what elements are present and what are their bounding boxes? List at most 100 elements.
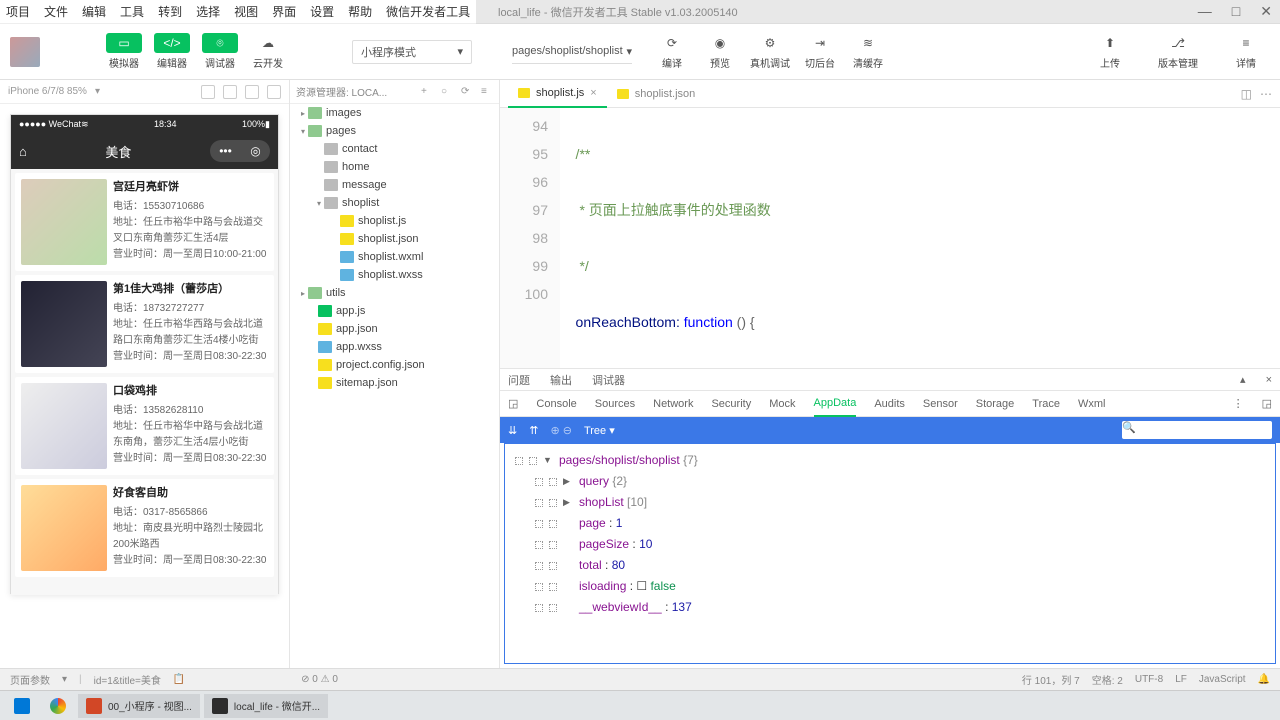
- page-params-label[interactable]: 页面参数: [10, 672, 50, 687]
- devtab-security[interactable]: Security: [711, 391, 751, 417]
- start-button[interactable]: [6, 694, 38, 718]
- file-app-json[interactable]: app.json: [290, 320, 499, 338]
- devtab-appdata[interactable]: AppData: [814, 391, 857, 417]
- taskbar-ppt[interactable]: 00_小程序 - 视图...: [78, 694, 200, 718]
- folder-shoplist[interactable]: ▾shoplist: [290, 194, 499, 212]
- new-file-icon[interactable]: +: [421, 86, 433, 98]
- file-project-config[interactable]: project.config.json: [290, 356, 499, 374]
- devtab-mock[interactable]: Mock: [769, 391, 795, 417]
- list-item[interactable]: 宫廷月亮虾饼 电话：15530710686 地址：任丘市裕华中路与会战道交叉口东…: [15, 173, 274, 271]
- menu-bar[interactable]: 项目 文件 编辑 工具 转到 选择 视图 界面 设置 帮助 微信开发者工具: [0, 0, 476, 24]
- expand-icon[interactable]: ◲: [1262, 397, 1272, 410]
- record-icon[interactable]: [223, 85, 237, 99]
- cursor-pos[interactable]: 行 101，列 7: [1022, 672, 1080, 687]
- version-button[interactable]: ⎇版本管理: [1158, 33, 1198, 70]
- file-app-js[interactable]: app.js: [290, 302, 499, 320]
- tab-output[interactable]: 输出: [550, 372, 572, 388]
- file-app-wxss[interactable]: app.wxss: [290, 338, 499, 356]
- notification-icon[interactable]: 🔔: [1258, 674, 1270, 685]
- taskbar-devtool[interactable]: local_life - 微信开...: [204, 694, 328, 718]
- phone-body[interactable]: 宫廷月亮虾饼 电话：15530710686 地址：任丘市裕华中路与会战道交叉口东…: [11, 169, 278, 595]
- code-body[interactable]: /** * 页面上拉触底事件的处理函数 */ onReachBottom: fu…: [560, 108, 1280, 368]
- file-sitemap[interactable]: sitemap.json: [290, 374, 499, 392]
- page-path-select[interactable]: pages/shoplist/shoplist▾: [512, 40, 632, 64]
- menu-select[interactable]: 选择: [196, 3, 220, 20]
- devtab-storage[interactable]: Storage: [976, 391, 1015, 417]
- menu-dots-icon[interactable]: •••: [219, 144, 232, 158]
- eol[interactable]: LF: [1175, 674, 1187, 685]
- appdata-tree[interactable]: ▼pages/shoplist/shoplist {7} ▶query {2} …: [504, 443, 1276, 664]
- upload-button[interactable]: ⬆上传: [1092, 33, 1128, 70]
- remote-debug-button[interactable]: ⚙真机调试: [750, 33, 790, 70]
- rotate-icon[interactable]: [201, 85, 215, 99]
- search-input[interactable]: 🔍: [1122, 421, 1272, 439]
- menu-tool[interactable]: 工具: [120, 3, 144, 20]
- menu-help[interactable]: 帮助: [348, 3, 372, 20]
- editor-button[interactable]: </>编辑器: [154, 33, 190, 70]
- folder-message[interactable]: message: [290, 176, 499, 194]
- close-icon[interactable]: ×: [590, 87, 596, 99]
- folder-home[interactable]: home: [290, 158, 499, 176]
- debugger-button[interactable]: ⌾调试器: [202, 33, 238, 70]
- tab-shoplist-js[interactable]: shoplist.js×: [508, 80, 607, 108]
- menu-edit[interactable]: 编辑: [82, 3, 106, 20]
- folder-utils[interactable]: ▸utils: [290, 284, 499, 302]
- tab-problems[interactable]: 问题: [508, 372, 530, 388]
- device-select[interactable]: iPhone 6/7/8 85%: [8, 86, 87, 97]
- split-icon[interactable]: [267, 85, 281, 99]
- devtab-sensor[interactable]: Sensor: [923, 391, 958, 417]
- maximize-icon[interactable]: □: [1232, 3, 1240, 20]
- inspect-icon[interactable]: ◲: [508, 397, 518, 410]
- detail-button[interactable]: ≡详情: [1228, 33, 1264, 70]
- preview-button[interactable]: ◉预览: [702, 33, 738, 70]
- folder-contact[interactable]: contact: [290, 140, 499, 158]
- encoding[interactable]: UTF-8: [1135, 674, 1163, 685]
- file-shoplist-js[interactable]: shoplist.js: [290, 212, 499, 230]
- devtab-wxml[interactable]: Wxml: [1078, 391, 1106, 417]
- avatar[interactable]: [10, 37, 40, 67]
- compile-button[interactable]: ⟳编译: [654, 33, 690, 70]
- problems-count[interactable]: ⊘ 0 ⚠ 0: [301, 674, 338, 685]
- refresh-icon[interactable]: ⟳: [461, 86, 473, 98]
- language[interactable]: JavaScript: [1199, 674, 1246, 685]
- expand-all-icon[interactable]: ⇊: [508, 424, 517, 437]
- menu-project[interactable]: 项目: [6, 3, 30, 20]
- more-icon[interactable]: ≡: [481, 86, 493, 98]
- split-editor-icon[interactable]: ◫: [1241, 87, 1252, 101]
- folder-images[interactable]: ▸images: [290, 104, 499, 122]
- devtab-network[interactable]: Network: [653, 391, 693, 417]
- clear-cache-button[interactable]: ≋清缓存: [850, 33, 886, 70]
- menu-view[interactable]: 视图: [234, 3, 258, 20]
- settings-icon[interactable]: ⋮: [1233, 397, 1244, 410]
- menu-setting[interactable]: 设置: [310, 3, 334, 20]
- background-button[interactable]: ⇥切后台: [802, 33, 838, 70]
- devtab-sources[interactable]: Sources: [595, 391, 635, 417]
- search-icon[interactable]: ○: [441, 86, 453, 98]
- file-shoplist-json[interactable]: shoplist.json: [290, 230, 499, 248]
- target-icon[interactable]: ◎: [250, 144, 260, 158]
- list-item[interactable]: 口袋鸡排 电话：13582628110 地址：任丘市裕华中路与会战北道东南角，蕾…: [15, 377, 274, 475]
- devtab-audits[interactable]: Audits: [874, 391, 905, 417]
- view-mode-tree[interactable]: Tree ▾: [584, 424, 615, 437]
- tab-debugger[interactable]: 调试器: [592, 372, 625, 388]
- mode-select[interactable]: 小程序模式▾: [352, 40, 472, 64]
- indent[interactable]: 空格: 2: [1092, 672, 1123, 687]
- devtab-console[interactable]: Console: [536, 391, 576, 417]
- close-icon[interactable]: ×: [1266, 374, 1272, 386]
- menu-goto[interactable]: 转到: [158, 3, 182, 20]
- tab-shoplist-json[interactable]: shoplist.json: [607, 80, 706, 108]
- file-shoplist-wxml[interactable]: shoplist.wxml: [290, 248, 499, 266]
- menu-file[interactable]: 文件: [44, 3, 68, 20]
- home-icon[interactable]: ⌂: [19, 144, 27, 159]
- file-shoplist-wxss[interactable]: shoplist.wxss: [290, 266, 499, 284]
- devtab-trace[interactable]: Trace: [1032, 391, 1060, 417]
- collapse-all-icon[interactable]: ⇈: [529, 424, 538, 437]
- collapse-icon[interactable]: ▴: [1240, 373, 1246, 386]
- back-icon[interactable]: [245, 85, 259, 99]
- folder-pages[interactable]: ▾pages: [290, 122, 499, 140]
- minimize-icon[interactable]: —: [1198, 3, 1212, 20]
- code-editor[interactable]: 949596979899100 /** * 页面上拉触底事件的处理函数 */ o…: [500, 108, 1280, 368]
- simulator-button[interactable]: ▭模拟器: [106, 33, 142, 70]
- list-item[interactable]: 好食客自助 电话：0317-8565866 地址：南皮县光明中路烈士陵园北200…: [15, 479, 274, 577]
- list-item[interactable]: 第1佳大鸡排（蕾莎店） 电话：18732727277 地址：任丘市裕华西路与会战…: [15, 275, 274, 373]
